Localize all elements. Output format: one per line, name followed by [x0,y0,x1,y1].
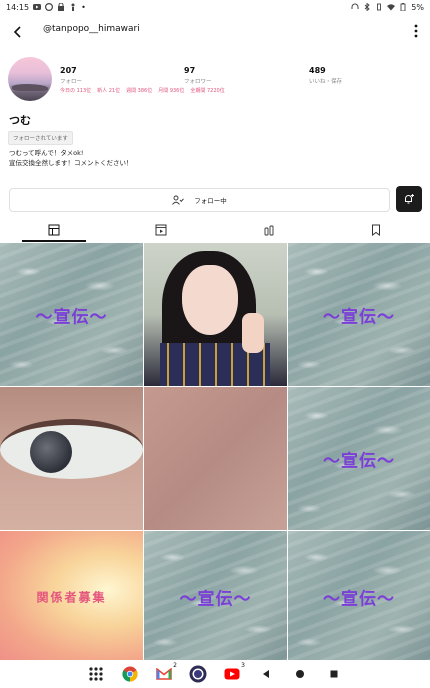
rank-weekly[interactable]: 週間 386位 [126,87,152,94]
display-name: つむ [9,114,31,127]
likes-count: 489 [309,66,326,75]
battery-status-icon [400,3,406,11]
apps-grid-icon [89,667,103,681]
eye-iris [30,431,72,473]
avatar[interactable] [8,57,52,101]
tab-videos[interactable] [108,217,216,242]
followers-stat[interactable]: 97 フォロワー [184,66,212,85]
user-check-icon [172,195,185,205]
rank-monthly[interactable]: 月間 936位 [158,87,184,94]
bluetooth-status-icon [364,3,370,11]
tab-likes[interactable] [215,217,323,242]
circle-home-icon [296,670,304,678]
gmail-badge: 2 [173,662,177,669]
system-nav-bar: 2 3 [0,660,430,688]
likes-stat[interactable]: 489 いいね・保存 [309,66,342,85]
following-label: フォロー [60,79,83,85]
camera-app-button[interactable] [189,665,207,683]
battery-percent: 5% [411,2,424,12]
back-button[interactable] [8,22,28,42]
youtube-icon [224,668,240,680]
likes-label: いいね・保存 [309,79,343,85]
post-caption: 〜宣伝〜 [35,307,108,327]
headphones-status-icon [351,3,359,9]
camera-icon [189,665,207,683]
nav-back-button[interactable] [257,665,275,683]
rank-all-time[interactable]: 全期間 7220位 [190,87,224,94]
followers-label: フォロワー [184,79,212,85]
post-tile[interactable]: 〜宣伝〜 [288,243,430,386]
dot-status-icon: • [81,2,86,12]
post-caption: 〜宣伝〜 [323,589,395,609]
rank-daily[interactable]: 今日の 113位 [60,87,91,94]
triangle-back-icon [263,670,269,678]
bottles-icon [264,225,274,235]
content-tab-bar [0,217,430,242]
following-button[interactable]: フォロー中 [9,188,390,212]
post-tile[interactable]: 〜宣伝〜 [144,531,287,662]
wifi-status-icon [387,4,396,11]
following-stat[interactable]: 207 フォロー [60,66,82,85]
rank-row: 今日の 113位 新人 21位 週間 386位 月間 936位 全期間 7220… [60,87,225,94]
tab-saved[interactable] [323,217,430,242]
status-time: 14:15 [6,2,30,12]
chrome-app-button[interactable] [121,665,139,683]
chevron-left-icon [13,26,21,38]
top-bar: @tanpopo__himawari [0,14,430,50]
bookmark-icon [372,224,381,236]
status-bar: 14:15 • 5% [0,0,430,14]
posts-grid: 〜宣伝〜 〜宣伝〜 〜宣伝〜 関係者募集 〜宣伝〜 〜宣伝〜 [0,243,430,662]
notification-bell-button[interactable] [396,186,422,212]
nav-home-button[interactable] [291,665,309,683]
followers-count: 97 [184,66,196,75]
post-caption: 関係者募集 [36,590,107,604]
post-caption: 〜宣伝〜 [179,589,252,609]
tab-posts-grid[interactable] [0,217,108,242]
app-status-icon [45,3,54,11]
play-icon [155,224,167,235]
youtube-badge: 3 [241,662,245,669]
bio-line: 宣伝交換全然します！コメントください！ [9,159,133,167]
post-tile[interactable] [144,243,287,386]
following-count: 207 [60,66,77,75]
bio: つむって呼んで！タメok! 宣伝交換全然します！コメントください！ [9,148,133,168]
person-status-icon [71,3,75,11]
app-drawer-button[interactable] [87,665,105,683]
gmail-icon [156,668,172,680]
post-caption: 〜宣伝〜 [323,307,395,327]
youtube-status-icon [33,4,42,10]
vibrate-status-icon [377,3,382,11]
post-tile[interactable]: 関係者募集 [0,531,143,662]
post-tile[interactable]: 〜宣伝〜 [288,387,430,530]
rank-newcomer[interactable]: 新人 21位 [97,87,120,94]
bio-line: つむって呼んで！タメok! [9,149,84,157]
lock-status-icon [58,3,65,11]
more-options-button[interactable] [410,20,422,42]
post-tile[interactable] [0,387,143,530]
square-recents-icon [330,670,338,678]
selfie-hand [242,313,264,353]
more-vertical-icon [414,24,418,38]
youtube-app-button[interactable]: 3 [223,662,245,683]
post-tile[interactable]: 〜宣伝〜 [0,243,143,386]
bell-plus-icon [405,194,414,204]
post-caption: 〜宣伝〜 [323,451,395,471]
nav-recents-button[interactable] [325,665,343,683]
profile-handle: @tanpopo__himawari [43,24,140,34]
following-button-label: フォロー中 [194,197,227,205]
grid-icon [48,224,60,235]
post-tile[interactable]: 〜宣伝〜 [288,531,430,662]
selfie-face [182,265,238,335]
chrome-icon [122,666,138,682]
gmail-app-button[interactable]: 2 [155,662,177,683]
follows-you-badge: フォローされています [8,131,73,145]
post-tile[interactable] [144,387,287,530]
